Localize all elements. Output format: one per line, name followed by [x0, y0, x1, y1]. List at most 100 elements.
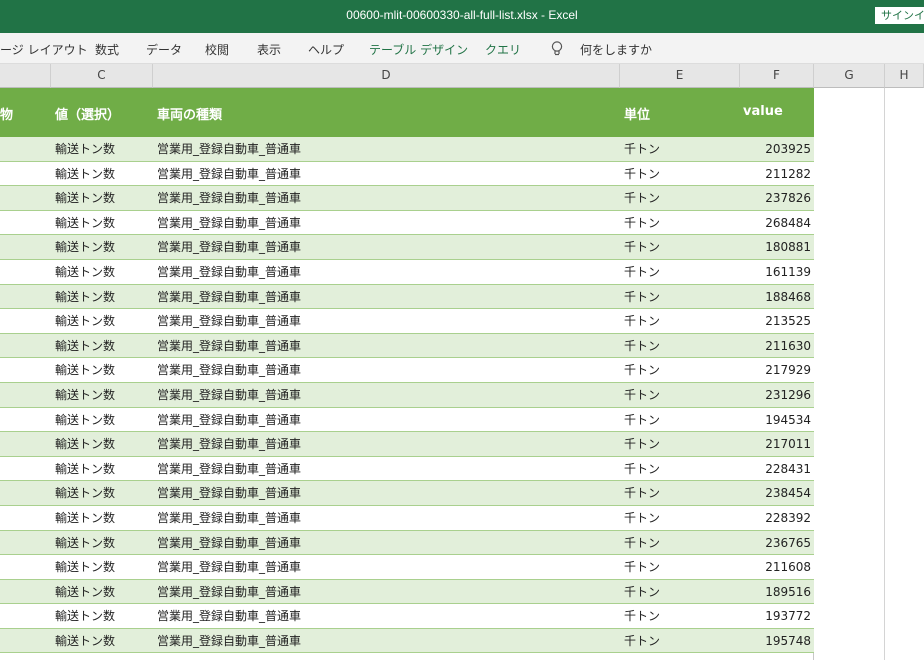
cell-d[interactable]: 営業用_登録自動車_普通車: [153, 383, 620, 408]
cell-e[interactable]: 千トン: [620, 555, 740, 580]
cell-d[interactable]: 営業用_登録自動車_普通車: [153, 580, 620, 605]
cell-e[interactable]: 千トン: [620, 334, 740, 359]
cell-e[interactable]: 千トン: [620, 358, 740, 383]
header-cell-b[interactable]: 物: [0, 104, 13, 123]
header-cell-e[interactable]: 単位: [624, 104, 650, 123]
cell-c[interactable]: 輸送トン数: [51, 432, 153, 457]
cell-f[interactable]: 238454: [740, 481, 813, 506]
cell-d[interactable]: 営業用_登録自動車_普通車: [153, 211, 620, 236]
cell-f[interactable]: 268484: [740, 211, 813, 236]
cell-e[interactable]: 千トン: [620, 285, 740, 310]
cell-d[interactable]: 営業用_登録自動車_普通車: [153, 137, 620, 162]
cell-f[interactable]: 217011: [740, 432, 813, 457]
cell-d[interactable]: 営業用_登録自動車_普通車: [153, 285, 620, 310]
cell-d[interactable]: 営業用_登録自動車_普通車: [153, 260, 620, 285]
cell-c[interactable]: 輸送トン数: [51, 235, 153, 260]
cell-b[interactable]: [0, 408, 51, 433]
tab-review[interactable]: 校閲: [205, 41, 229, 58]
cell-f[interactable]: 188468: [740, 285, 813, 310]
cell-f[interactable]: 195748: [740, 629, 813, 654]
cell-b[interactable]: [0, 285, 51, 310]
cell-c[interactable]: 輸送トン数: [51, 309, 153, 334]
column-header-g[interactable]: G: [814, 64, 885, 88]
column-header-h[interactable]: H: [885, 64, 924, 88]
cell-b[interactable]: [0, 432, 51, 457]
header-cell-d[interactable]: 車両の種類: [157, 104, 222, 123]
cell-e[interactable]: 千トン: [620, 506, 740, 531]
cell-d[interactable]: 営業用_登録自動車_普通車: [153, 531, 620, 556]
cell-e[interactable]: 千トン: [620, 186, 740, 211]
cell-b[interactable]: [0, 334, 51, 359]
cell-d[interactable]: 営業用_登録自動車_普通車: [153, 309, 620, 334]
cell-f[interactable]: 211282: [740, 162, 813, 187]
cell-e[interactable]: 千トン: [620, 137, 740, 162]
cell-f[interactable]: 228431: [740, 457, 813, 482]
cell-e[interactable]: 千トン: [620, 531, 740, 556]
cell-f[interactable]: 161139: [740, 260, 813, 285]
cell-f[interactable]: 217929: [740, 358, 813, 383]
cell-e[interactable]: 千トン: [620, 481, 740, 506]
cell-c[interactable]: 輸送トン数: [51, 211, 153, 236]
cell-b[interactable]: [0, 260, 51, 285]
cell-f[interactable]: 213525: [740, 309, 813, 334]
cell-e[interactable]: 千トン: [620, 457, 740, 482]
cell-d[interactable]: 営業用_登録自動車_普通車: [153, 358, 620, 383]
cell-f[interactable]: 231296: [740, 383, 813, 408]
cell-d[interactable]: 営業用_登録自動車_普通車: [153, 555, 620, 580]
cell-b[interactable]: [0, 506, 51, 531]
cell-c[interactable]: 輸送トン数: [51, 408, 153, 433]
cell-c[interactable]: 輸送トン数: [51, 629, 153, 654]
cell-c[interactable]: 輸送トン数: [51, 506, 153, 531]
cell-d[interactable]: 営業用_登録自動車_普通車: [153, 235, 620, 260]
cell-e[interactable]: 千トン: [620, 309, 740, 334]
cell-c[interactable]: 輸送トン数: [51, 457, 153, 482]
cell-e[interactable]: 千トン: [620, 162, 740, 187]
cell-d[interactable]: 営業用_登録自動車_普通車: [153, 604, 620, 629]
tab-page-layout[interactable]: ージ レイアウト: [0, 41, 88, 58]
cell-c[interactable]: 輸送トン数: [51, 260, 153, 285]
tab-view[interactable]: 表示: [257, 41, 281, 58]
cell-f[interactable]: 203925: [740, 137, 813, 162]
tab-query[interactable]: クエリ: [485, 41, 521, 58]
cell-c[interactable]: 輸送トン数: [51, 481, 153, 506]
tab-help[interactable]: ヘルプ: [308, 41, 344, 58]
cell-e[interactable]: 千トン: [620, 580, 740, 605]
column-header-c[interactable]: C: [51, 64, 153, 88]
cell-e[interactable]: 千トン: [620, 383, 740, 408]
cell-f[interactable]: 236765: [740, 531, 813, 556]
cell-e[interactable]: 千トン: [620, 211, 740, 236]
cell-d[interactable]: 営業用_登録自動車_普通車: [153, 162, 620, 187]
cell-f[interactable]: 211608: [740, 555, 813, 580]
cell-b[interactable]: [0, 162, 51, 187]
cell-d[interactable]: 営業用_登録自動車_普通車: [153, 457, 620, 482]
cell-b[interactable]: [0, 186, 51, 211]
cell-b[interactable]: [0, 580, 51, 605]
cell-e[interactable]: 千トン: [620, 432, 740, 457]
cell-c[interactable]: 輸送トン数: [51, 186, 153, 211]
cell-f[interactable]: 228392: [740, 506, 813, 531]
tab-data[interactable]: データ: [146, 41, 182, 58]
column-header-e[interactable]: E: [620, 64, 740, 88]
cell-f[interactable]: 211630: [740, 334, 813, 359]
cell-b[interactable]: [0, 481, 51, 506]
tell-me-search[interactable]: 何をしますか: [580, 41, 652, 58]
cell-e[interactable]: 千トン: [620, 604, 740, 629]
cell-c[interactable]: 輸送トン数: [51, 334, 153, 359]
cell-b[interactable]: [0, 383, 51, 408]
cell-d[interactable]: 営業用_登録自動車_普通車: [153, 408, 620, 433]
cell-b[interactable]: [0, 629, 51, 654]
cell-b[interactable]: [0, 457, 51, 482]
column-header-d[interactable]: D: [153, 64, 620, 88]
cell-d[interactable]: 営業用_登録自動車_普通車: [153, 186, 620, 211]
cell-c[interactable]: 輸送トン数: [51, 137, 153, 162]
cell-c[interactable]: 輸送トン数: [51, 531, 153, 556]
cell-b[interactable]: [0, 137, 51, 162]
cell-f[interactable]: 189516: [740, 580, 813, 605]
column-header-f[interactable]: F: [740, 64, 814, 88]
cell-e[interactable]: 千トン: [620, 408, 740, 433]
cell-b[interactable]: [0, 555, 51, 580]
cell-b[interactable]: [0, 604, 51, 629]
cell-e[interactable]: 千トン: [620, 235, 740, 260]
cell-d[interactable]: 営業用_登録自動車_普通車: [153, 629, 620, 654]
cell-c[interactable]: 輸送トン数: [51, 604, 153, 629]
